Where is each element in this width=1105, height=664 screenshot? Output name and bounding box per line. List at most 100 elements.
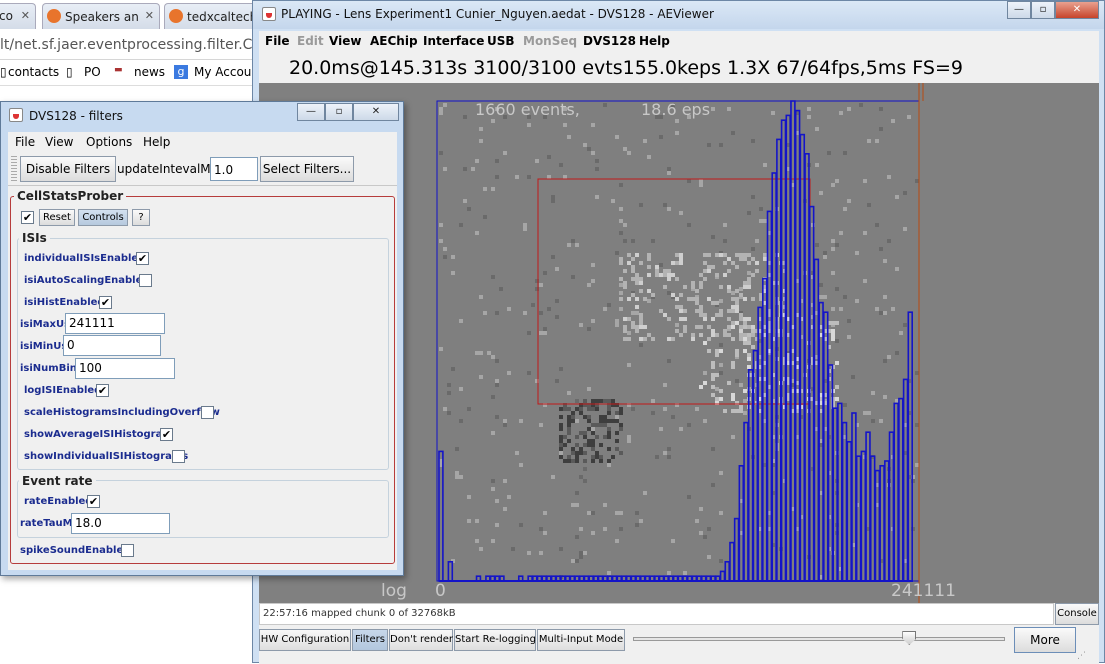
event-pixel [675,119,679,123]
event-pixel [563,175,567,179]
isi-max-us-input[interactable]: 241111 [65,313,165,334]
bookmark-po[interactable]: PO [84,65,101,79]
event-pixel [719,363,723,367]
show-average-isi-label: showAverageISIHistogram [24,429,173,440]
menu-file[interactable]: File [265,34,290,48]
event-pixel [863,179,867,183]
event-pixel [691,285,695,289]
hw-configuration-button[interactable]: HW Configuration [259,629,351,651]
close-button[interactable]: ✕ [1055,1,1099,19]
log-isi-checkbox[interactable]: ✔ [96,384,109,397]
event-pixel [715,301,719,305]
event-pixel [631,293,635,297]
event-pixel [671,337,675,341]
bookmark-my-account[interactable]: My Accoun [194,65,259,79]
event-pixel [711,235,715,239]
disable-filters-button[interactable]: Disable Filters [20,156,116,182]
select-filters-button[interactable]: Select Filters... [260,156,354,182]
show-average-isi-checkbox[interactable]: ✔ [160,428,173,441]
event-pixel [575,435,579,439]
menu-help[interactable]: Help [143,135,170,149]
individual-isis-checkbox[interactable]: ✔ [136,252,149,265]
event-pixel [831,321,835,325]
toolbar-grip-icon [11,156,17,182]
bookmark-news[interactable]: news [134,65,165,79]
menu-view[interactable]: View [329,34,361,48]
rate-tau-ms-input[interactable]: 18.0 [71,513,170,534]
close-icon[interactable]: ✕ [145,9,154,22]
playback-slider[interactable] [633,631,1005,645]
menu-aechip[interactable]: AEChip [370,34,418,48]
slider-thumb[interactable] [902,631,917,645]
isi-hist-checkbox[interactable]: ✔ [99,296,112,309]
menu-edit[interactable]: Edit [297,34,324,48]
browser-tab[interactable]: Speakers an ✕ [42,3,160,29]
minimize-button[interactable]: — [1007,1,1031,19]
menu-file[interactable]: File [15,135,35,149]
dont-render-button[interactable]: Don't render [389,629,453,651]
resize-grip-icon[interactable]: ⋰ [1077,651,1091,663]
menu-help[interactable]: Help [639,34,670,48]
controls-button[interactable]: Controls [78,209,128,226]
event-pixel [751,273,755,277]
event-pixel [619,511,623,515]
event-pixel [699,309,703,313]
filters-toolbar: Disable Filters updateIntevalMs 1.0 Sele… [8,152,397,186]
event-pixel [639,317,643,321]
maximize-button[interactable]: ▫ [1031,1,1055,19]
event-pixel [863,411,867,415]
spike-sound-checkbox[interactable] [121,544,134,557]
bookmark-contacts[interactable]: contacts [8,65,59,79]
minimize-button[interactable]: — [297,103,325,121]
event-pixel [707,253,711,257]
filters-button[interactable]: Filters [352,629,388,651]
menu-dvs128[interactable]: DVS128 [583,34,636,48]
browser-tab[interactable]: tedxcaltech. [164,3,260,29]
menu-usb[interactable]: USB [487,34,515,48]
menu-monseq[interactable]: MonSeq [523,34,577,48]
event-pixel [759,207,763,211]
event-pixel [727,317,731,321]
event-pixel [731,309,735,313]
event-pixel [503,423,507,427]
console-button[interactable]: Console [1055,603,1099,625]
event-pixel [495,379,499,383]
event-pixel [839,231,843,235]
reset-button[interactable]: Reset [39,209,75,226]
menu-interface[interactable]: Interface [423,34,484,48]
browser-tab[interactable]: co ✕ [0,3,36,29]
rate-enabled-checkbox[interactable]: ✔ [87,495,100,508]
event-pixel [471,167,475,171]
menu-view[interactable]: View [45,135,73,149]
more-button[interactable]: More [1014,627,1076,653]
event-pixel [607,427,611,431]
multi-input-mode-button[interactable]: Multi-Input Mode [537,629,625,651]
isi-min-us-input[interactable]: 0 [63,335,161,356]
scale-histograms-checkbox[interactable] [201,406,214,419]
isi-autoscaling-checkbox[interactable] [139,274,152,287]
close-button[interactable]: ✕ [353,103,399,121]
enable-filter-checkbox[interactable]: ✔ [21,211,34,224]
maximize-button[interactable]: ▫ [325,103,353,121]
event-pixel [483,187,487,191]
event-pixel [835,361,839,365]
isi-num-bins-input[interactable]: 100 [75,358,175,379]
event-pixel [559,447,563,451]
event-pixel [635,253,639,257]
event-pixel [579,323,583,327]
menu-options[interactable]: Options [86,135,132,149]
help-button[interactable]: ? [132,209,150,226]
update-interval-input[interactable]: 1.0 [210,157,258,181]
event-pixel [507,371,511,375]
url-bar[interactable]: lt/net.sf.jaer.eventprocessing.filter.Ce… [0,30,260,60]
event-pixel [679,211,683,215]
close-icon[interactable]: ✕ [21,9,30,22]
event-pixel [847,335,851,339]
event-pixel [867,139,871,143]
event-pixel [675,253,679,257]
event-pixel [511,547,515,551]
show-individual-isi-checkbox[interactable] [172,450,185,463]
rate-enabled-label: rateEnabled [24,496,93,507]
start-relogging-button[interactable]: Start Re-logging [454,629,536,651]
event-pixel [675,305,679,309]
